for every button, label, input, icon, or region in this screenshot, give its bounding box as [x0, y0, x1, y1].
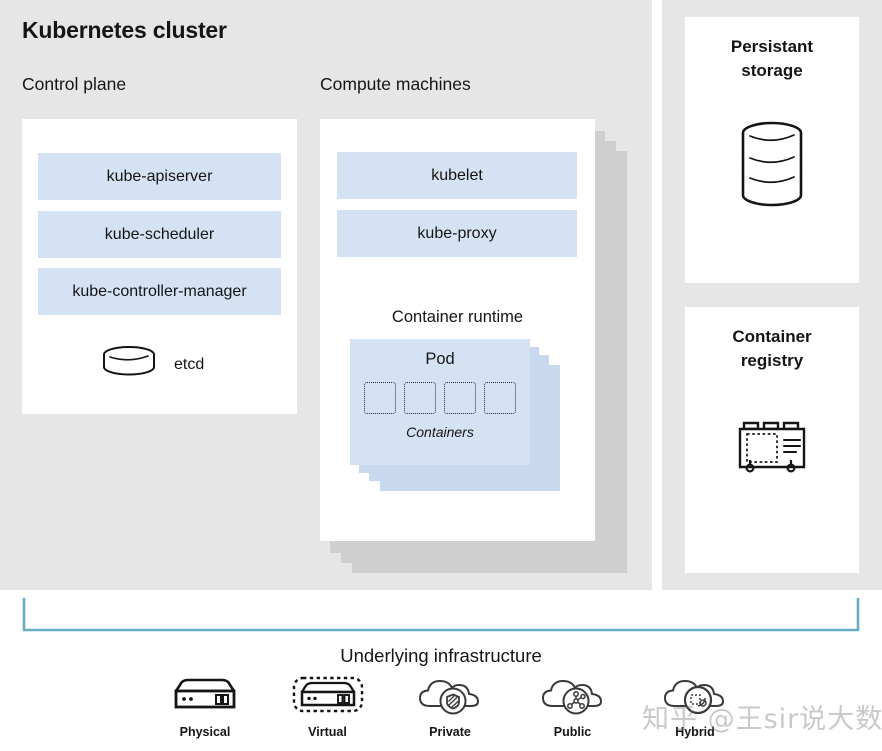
container-registry-title: Container registry [685, 325, 859, 373]
compute-machines-heading: Compute machines [320, 74, 471, 94]
server-dashed-icon [291, 676, 365, 721]
infrastructure-label: Public [553, 725, 592, 739]
component-label: kube-apiserver [106, 167, 213, 185]
container-square [484, 382, 516, 414]
component-kube-proxy[interactable]: kube-proxy [337, 210, 577, 257]
title-line-1: Persistant [730, 37, 814, 56]
container-square [444, 382, 476, 414]
container-registry-card: Container registry [685, 307, 859, 573]
infrastructure-item-virtual[interactable]: Virtual [273, 676, 383, 739]
pod-label: Pod [425, 350, 455, 368]
infrastructure-item-private[interactable]: Private [395, 676, 505, 739]
infrastructure-label: Hybrid [675, 725, 715, 739]
etcd-label: etcd [174, 355, 205, 373]
infrastructure-items: Physical Virtual Private Public Hybrid [150, 676, 750, 739]
server-icon [168, 676, 242, 721]
infrastructure-label: Private [429, 725, 471, 739]
underlying-infrastructure-heading: Underlying infrastructure [340, 645, 542, 666]
pod-card[interactable]: Pod Containers [350, 339, 530, 465]
containers-label: Containers [406, 424, 474, 440]
cloud-hybrid-icon [658, 676, 732, 721]
component-kubelet[interactable]: kubelet [337, 152, 577, 199]
cloud-shield-icon [413, 676, 487, 721]
infrastructure-bracket [0, 596, 882, 636]
infrastructure-label: Physical [179, 725, 231, 739]
component-label: kube-scheduler [104, 225, 215, 243]
component-label: kube-controller-manager [72, 282, 247, 300]
persistent-storage-title: Persistant storage [685, 35, 859, 83]
component-kube-scheduler[interactable]: kube-scheduler [38, 211, 281, 258]
etcd-group: etcd [100, 345, 204, 384]
cloud-network-icon [536, 676, 610, 721]
diagram-title: Kubernetes cluster [22, 17, 227, 43]
registry-case-icon [685, 407, 859, 483]
title-line-2: storage [741, 61, 803, 80]
title-line-2: registry [740, 351, 804, 370]
component-kube-controller-manager[interactable]: kube-controller-manager [38, 268, 281, 315]
containers-row [364, 382, 516, 414]
control-plane-heading: Control plane [22, 74, 127, 94]
persistent-storage-card: Persistant storage [685, 17, 859, 283]
infrastructure-item-hybrid[interactable]: Hybrid [640, 676, 750, 739]
stacked-disks-icon [685, 117, 859, 217]
component-label: kubelet [431, 166, 483, 184]
component-kube-apiserver[interactable]: kube-apiserver [38, 153, 281, 200]
database-cylinder-icon [100, 345, 158, 384]
infrastructure-item-physical[interactable]: Physical [150, 676, 260, 739]
component-label: kube-proxy [417, 224, 497, 242]
container-square [364, 382, 396, 414]
container-runtime-label: Container runtime [391, 308, 524, 326]
diagram-canvas: Kubernetes cluster Control plane Compute… [0, 0, 882, 751]
container-square [404, 382, 436, 414]
title-line-1: Container [732, 327, 812, 346]
infrastructure-label: Virtual [308, 725, 347, 739]
infrastructure-item-public[interactable]: Public [518, 676, 628, 739]
